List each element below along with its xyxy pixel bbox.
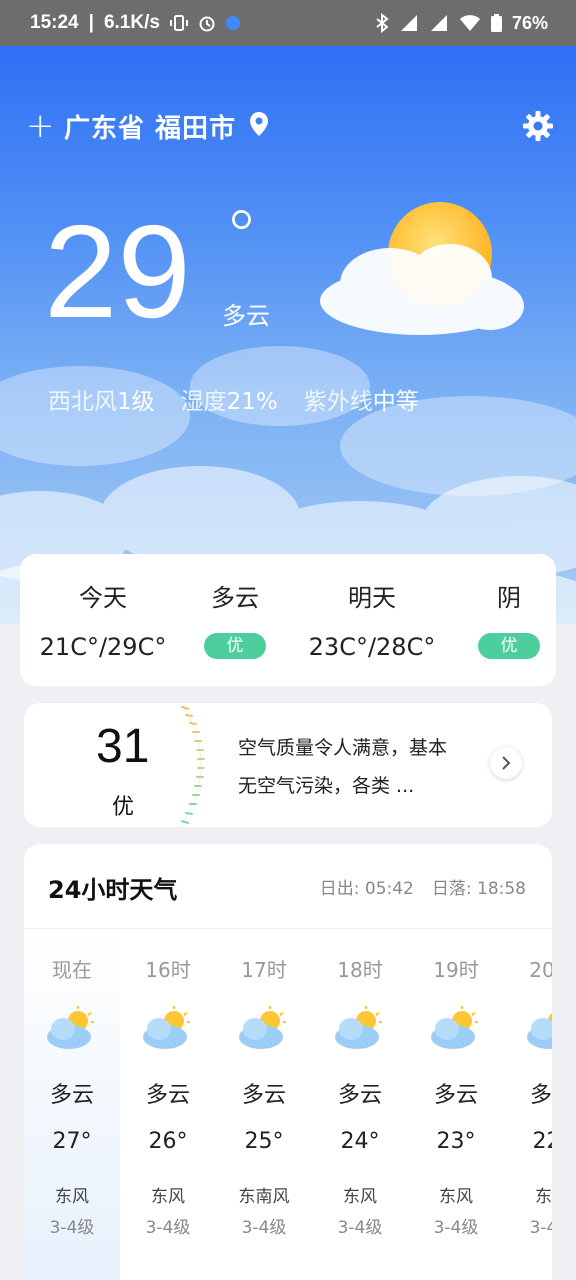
partly-cloudy-icon: [320, 202, 524, 335]
wifi-icon: [459, 14, 481, 32]
hourly-item: 17时 多云 25° 东南风 3-4级: [216, 930, 312, 1280]
current-temperature-block: 29 ° 多云: [44, 196, 270, 345]
hour-wind-level: 3-4级: [529, 1218, 552, 1238]
hourly-item: 20时 多云 22° 东风 3-4级: [504, 930, 552, 1280]
hour-label: 16时: [145, 958, 191, 982]
signal-icon: [399, 14, 419, 32]
tomorrow-condition-block: 阴 优: [476, 578, 542, 659]
hour-label: 17时: [241, 958, 287, 982]
hour-wind-level: 3-4级: [433, 1218, 479, 1238]
hour-temperature: 27°: [52, 1129, 92, 1154]
hour-wind-level: 3-4级: [337, 1218, 383, 1238]
hour-wind-direction: 东风: [151, 1187, 185, 1207]
partly-cloudy-icon: [239, 1006, 286, 1049]
hour-condition: 多云: [433, 1083, 478, 1108]
tomorrow-temps: 23C°/28C°: [308, 633, 436, 661]
location-name[interactable]: 广东省 福田市: [64, 108, 236, 145]
weather-hero: + 广东省 福田市 29 ° 多云 西北风1级 湿度21% 紫外线中等: [0, 46, 576, 624]
partly-cloudy-icon: [47, 1006, 94, 1049]
weather-details: 西北风1级 湿度21% 紫外线中等: [48, 382, 419, 416]
hour-label: 现在: [52, 958, 92, 982]
alarm-icon: [198, 14, 216, 32]
hour-temperature: 22°: [532, 1129, 553, 1154]
today-condition-block: 多云 优: [200, 578, 270, 659]
hour-condition: 多云: [145, 1083, 190, 1108]
hour-wind-direction: 东风: [535, 1187, 552, 1207]
hourly-item: 现在 多云 27° 东风 3-4级: [24, 930, 120, 1280]
today-condition: 多云: [211, 584, 259, 612]
bluetooth-icon: [375, 13, 389, 33]
daily-forecast-card[interactable]: 今天 21C°/29C° 多云 优 明天 23C°/28C° 阴 优: [20, 554, 556, 686]
hour-wind-level: 3-4级: [241, 1218, 287, 1238]
vibrate-icon: [169, 14, 188, 32]
location-pin-icon: [248, 111, 270, 141]
sunset-time: 日落: 18:58: [431, 879, 526, 899]
today-aqi-badge: 优: [204, 633, 266, 659]
humidity-info: 湿度21%: [180, 389, 278, 415]
hour-wind-level: 3-4级: [49, 1218, 95, 1238]
partly-cloudy-icon: [431, 1006, 478, 1049]
aqi-value: 31: [96, 720, 150, 773]
status-bar: 15:24 | 6.1K/s 76%: [0, 0, 576, 46]
aqi-gauge: [181, 704, 205, 826]
hour-temperature: 25°: [244, 1129, 284, 1154]
sunrise-time: 日出: 05:42: [319, 879, 414, 899]
hour-wind-direction: 东风: [55, 1187, 89, 1207]
hour-condition: 多云: [529, 1083, 552, 1108]
hour-temperature: 24°: [340, 1129, 380, 1154]
battery-level: 76%: [511, 12, 548, 33]
sun-times: 日出: 05:42 日落: 18:58: [320, 874, 526, 899]
uv-info: 紫外线中等: [303, 389, 419, 415]
current-condition: 多云: [222, 302, 270, 330]
network-speed: 6.1K/s: [103, 12, 160, 33]
hour-wind-direction: 东风: [439, 1187, 473, 1207]
hour-condition: 多云: [337, 1083, 382, 1108]
chevron-right-icon[interactable]: [490, 747, 522, 779]
tomorrow-aqi-badge: 优: [478, 633, 540, 659]
divider: [24, 928, 552, 929]
hour-temperature: 23°: [436, 1129, 476, 1154]
hour-condition: 多云: [241, 1083, 286, 1108]
hourly-item: 19时 多云 23° 东风 3-4级: [408, 930, 504, 1280]
app-notification-icon: [225, 16, 240, 30]
hour-label: 18时: [337, 958, 383, 982]
aqi-description: 空气质量令人满意，基本无空气污染，各类 ...: [238, 737, 448, 797]
hour-label: 20时: [529, 958, 552, 982]
current-temperature: 29: [44, 198, 191, 345]
hour-temperature: 26°: [148, 1129, 188, 1154]
hourly-title: 24小时天气: [48, 876, 178, 904]
hourly-item: 18时 多云 24° 东风 3-4级: [312, 930, 408, 1280]
battery-icon: [490, 14, 502, 32]
today-temps: 21C°/29C°: [39, 633, 167, 661]
wind-info: 西北风1级: [48, 389, 155, 415]
add-city-button[interactable]: +: [26, 109, 55, 143]
hour-label: 19时: [433, 958, 479, 982]
today-label: 今天: [79, 584, 127, 612]
hour-wind-level: 3-4级: [145, 1218, 191, 1238]
gear-icon[interactable]: [522, 110, 554, 142]
hour-wind-direction: 东风: [343, 1187, 377, 1207]
hour-wind-direction: 东南风: [238, 1187, 290, 1207]
degree-symbol: °: [224, 196, 259, 278]
partly-cloudy-icon: [143, 1006, 190, 1049]
tomorrow-forecast: 明天 23C°/28C°: [304, 578, 440, 661]
hourly-forecast-card: 24小时天气 日出: 05:42 日落: 18:58 现在 多云 27° 东风 …: [24, 844, 552, 1280]
hourly-list[interactable]: 现在 多云 27° 东风 3-4级 16时 多云 26° 东风 3-4级 17时…: [24, 930, 552, 1280]
air-quality-card[interactable]: 31 优 空气质量令人满意，基本无空气污染，各类 ...: [24, 703, 552, 827]
tomorrow-condition: 阴: [497, 584, 521, 612]
hourly-item: 16时 多云 26° 东风 3-4级: [120, 930, 216, 1280]
tomorrow-label: 明天: [348, 584, 396, 612]
aqi-level: 优: [112, 795, 135, 820]
partly-cloudy-icon: [527, 1013, 552, 1049]
status-time: 15:24: [30, 12, 79, 33]
partly-cloudy-icon: [335, 1006, 382, 1049]
hour-condition: 多云: [49, 1083, 94, 1108]
signal-icon-2: [429, 14, 449, 32]
today-forecast: 今天 21C°/29C°: [38, 578, 168, 661]
